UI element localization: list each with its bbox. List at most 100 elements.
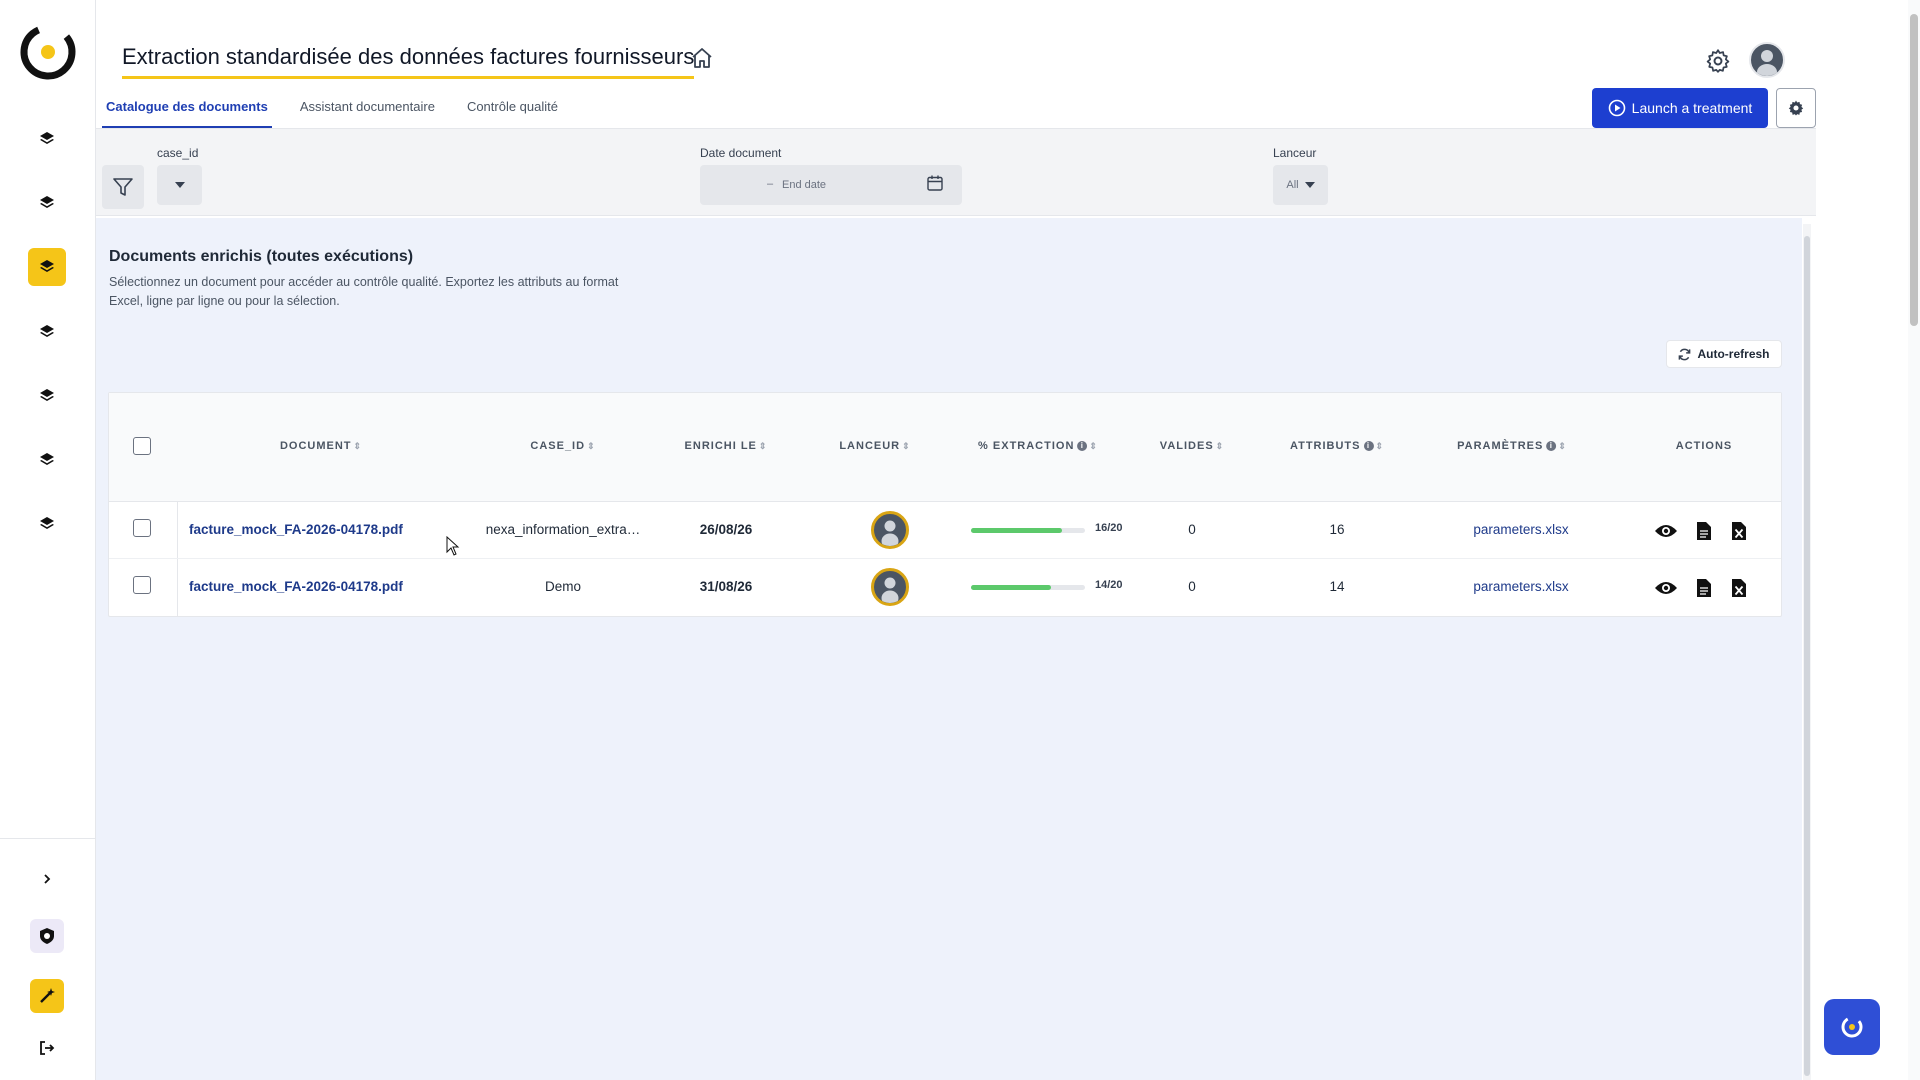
col-valides-label: VALIDES [1159, 440, 1214, 452]
assistant-chat-icon [1841, 1016, 1863, 1038]
select-all-checkbox[interactable] [133, 437, 151, 455]
tab-assistant[interactable]: Assistant documentaire [296, 96, 439, 129]
table-settings-button[interactable] [1776, 88, 1816, 128]
sort-icon: ⇕ [1215, 441, 1225, 451]
auto-refresh-label: Auto-refresh [1697, 347, 1770, 361]
table-row[interactable]: facture_mock_FA-2026-04178.pdf nexa_info… [109, 502, 1781, 559]
sidebar-item-2[interactable] [28, 184, 66, 222]
extraction-progress-fill [971, 585, 1051, 590]
tab-catalogue[interactable]: Catalogue des documents [102, 96, 272, 129]
col-actions: ACTIONS [1676, 440, 1733, 452]
excel-export-button[interactable] [1724, 517, 1754, 545]
info-icon[interactable]: i [1546, 441, 1557, 451]
home-icon[interactable] [690, 46, 714, 70]
gear-icon[interactable] [1705, 48, 1731, 74]
launcher-avatar[interactable] [871, 511, 909, 549]
col-parametres[interactable]: PARAMÈTRES i ⇕ [1457, 440, 1567, 452]
logout-icon [40, 1041, 55, 1055]
col-case-id[interactable]: CASE_ID ⇕ [530, 440, 595, 452]
col-extraction[interactable]: % EXTRACTION i ⇕ [978, 440, 1098, 452]
documents-panel: Documents enrichis (toutes exécutions) S… [96, 218, 1802, 1080]
view-button[interactable] [1651, 574, 1681, 602]
launch-treatment-button[interactable]: Launch a treatment [1592, 88, 1768, 128]
view-button[interactable] [1651, 517, 1681, 545]
sidebar-item-4[interactable] [28, 313, 66, 351]
sort-icon: ⇕ [353, 441, 363, 451]
layers-icon [40, 260, 54, 272]
calendar-icon[interactable] [926, 174, 944, 192]
layers-icon [40, 453, 54, 465]
app-logo-icon[interactable] [18, 22, 78, 82]
sort-icon: ⇕ [1375, 441, 1385, 451]
assistant-chat-button[interactable] [1824, 999, 1880, 1055]
shield-icon [40, 928, 54, 944]
col-case-id-label: CASE_ID [530, 440, 586, 452]
date-separator: – [767, 178, 774, 190]
excel-export-button[interactable] [1724, 574, 1754, 602]
lanceur-value: All [1286, 179, 1299, 191]
excel-export-icon [1732, 579, 1746, 597]
col-parametres-label: PARAMÈTRES [1457, 440, 1544, 452]
col-enrichi-le[interactable]: ENRICHI LE ⇕ [685, 440, 768, 452]
sidebar-item-6[interactable] [28, 441, 66, 479]
lanceur-dropdown[interactable]: All [1273, 165, 1328, 205]
sidebar-item-1[interactable] [28, 120, 66, 158]
sidebar-item-5[interactable] [28, 377, 66, 415]
sidebar [0, 0, 96, 1080]
launcher-avatar[interactable] [871, 568, 909, 606]
layers-icon [40, 517, 54, 529]
sort-icon: ⇕ [902, 441, 911, 451]
panel-scrollbar-thumb[interactable] [1804, 236, 1810, 1076]
logout-button[interactable] [30, 1031, 64, 1065]
parameters-link[interactable]: parameters.xlsx [1473, 579, 1568, 594]
eye-icon [1655, 582, 1677, 594]
page-scrollbar[interactable] [1908, 0, 1920, 1080]
security-button[interactable] [30, 919, 64, 953]
case-id-label: case_id [157, 146, 199, 160]
table-row[interactable]: facture_mock_FA-2026-04178.pdf Demo 31/0… [109, 559, 1781, 616]
user-icon [881, 520, 899, 546]
sidebar-item-3[interactable] [28, 248, 66, 286]
col-lanceur[interactable]: LANCEUR ⇕ [839, 440, 910, 452]
date-range-picker[interactable]: – End date [700, 165, 962, 205]
col-enrichi-label: ENRICHI LE [684, 440, 757, 452]
user-icon [881, 577, 899, 603]
enrichi-le-cell: 26/08/26 [699, 522, 753, 537]
sort-icon: ⇕ [1558, 441, 1567, 451]
col-attributs[interactable]: ATTRIBUTS i ⇕ [1290, 440, 1384, 452]
page-scrollbar-thumb[interactable] [1910, 14, 1918, 326]
auto-refresh-button[interactable]: Auto-refresh [1666, 340, 1782, 368]
col-actions-label: ACTIONS [1675, 440, 1733, 452]
info-icon[interactable]: i [1077, 441, 1088, 451]
expand-sidebar-button[interactable] [30, 862, 64, 896]
sidebar-item-7[interactable] [28, 505, 66, 543]
user-avatar[interactable] [1749, 42, 1785, 78]
date-document-label: Date document [700, 146, 782, 160]
mouse-cursor-icon [446, 536, 460, 556]
filter-toggle-button[interactable] [102, 165, 144, 209]
extraction-progress-bar [971, 585, 1085, 590]
case-id-cell: nexa_information_extra… [485, 522, 641, 537]
tab-controle-qualite[interactable]: Contrôle qualité [463, 96, 562, 129]
document-button[interactable] [1689, 517, 1719, 545]
layers-icon [40, 325, 54, 337]
row-checkbox[interactable] [133, 519, 151, 537]
info-icon[interactable]: i [1363, 441, 1374, 451]
col-lanceur-label: LANCEUR [839, 440, 901, 452]
sidebar-divider [0, 838, 96, 839]
document-link[interactable]: facture_mock_FA-2026-04178.pdf [189, 579, 403, 594]
magic-wand-button[interactable] [30, 979, 64, 1013]
lanceur-label: Lanceur [1273, 146, 1317, 160]
panel-scrollbar[interactable] [1803, 224, 1811, 1080]
document-link[interactable]: facture_mock_FA-2026-04178.pdf [189, 522, 403, 537]
layers-icon [40, 132, 54, 144]
parameters-link[interactable]: parameters.xlsx [1473, 522, 1568, 537]
case-id-dropdown[interactable] [157, 165, 202, 205]
table-header: DOCUMENT ⇕ CASE_ID ⇕ ENRICHI LE ⇕ LANCEUR ⇕ … [109, 393, 1781, 502]
col-document[interactable]: DOCUMENT ⇕ [280, 440, 362, 452]
row-checkbox[interactable] [133, 576, 151, 594]
col-valides[interactable]: VALIDES ⇕ [1160, 440, 1224, 452]
layers-icon [40, 196, 54, 208]
section-title: Documents enrichis (toutes exécutions) [109, 248, 414, 265]
document-button[interactable] [1689, 574, 1719, 602]
